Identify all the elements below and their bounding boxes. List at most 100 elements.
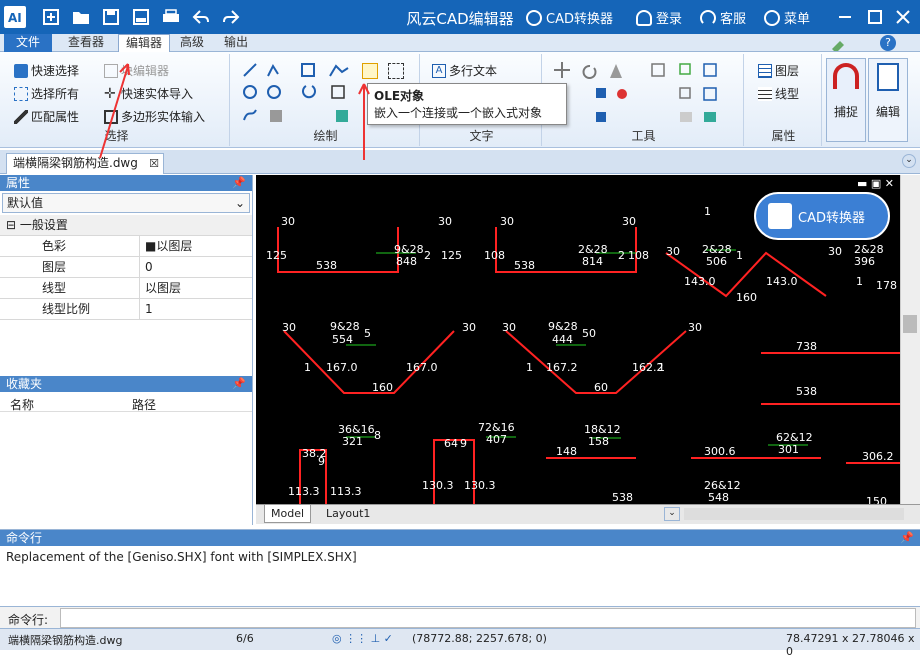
tab-layout1[interactable]: Layout1 — [320, 505, 376, 523]
tab-output[interactable]: 输出 — [216, 34, 256, 52]
horizontal-scrollbar[interactable] — [684, 508, 904, 520]
minimize-icon[interactable] — [834, 6, 856, 28]
tab-model[interactable]: Model — [264, 505, 312, 523]
filter-icon — [14, 63, 28, 78]
snap-button[interactable]: 捕捉 — [826, 58, 866, 142]
login-button[interactable]: 登录 — [636, 8, 682, 27]
dim-label: 30 — [438, 215, 452, 228]
prop-row-linetype[interactable]: 线型 以图层 — [0, 278, 252, 299]
status-bar: 端横隔梁钢筋构造.dwg 6/6 ◎ ⋮⋮ ⊥ ✓ (78772.88; 225… — [0, 628, 920, 658]
block-editor-button[interactable]: 块编辑器 — [104, 62, 169, 79]
status-size: 78.47291 x 27.78046 x 0 — [786, 632, 915, 658]
user-icon — [636, 9, 652, 26]
layer-button[interactable]: 图层 — [758, 62, 799, 79]
menu-button[interactable]: 菜单 — [764, 8, 810, 27]
vertical-scrollbar[interactable] — [900, 175, 920, 505]
properties-select[interactable]: 默认值 ⌄ — [2, 193, 250, 213]
dim-label: 2 — [618, 249, 625, 262]
dim-label: 1 — [304, 361, 311, 374]
dim-label: 9 — [318, 455, 325, 468]
mtext-button[interactable]: A 多行文本 — [432, 62, 497, 79]
properties-section[interactable]: ⊟ 一般设置 — [0, 215, 252, 236]
tool-icons[interactable] — [552, 60, 742, 130]
dim-label: 130.3 — [422, 479, 454, 492]
dim-label: 9&28 — [548, 320, 578, 333]
service-button[interactable]: 客服 — [700, 8, 746, 27]
dim-label: 1 — [658, 361, 665, 374]
ole-object-icon[interactable] — [362, 63, 378, 79]
tab-file[interactable]: 文件 — [4, 34, 52, 52]
dim-label: 158 — [588, 435, 609, 448]
dim-label: 548 — [708, 491, 729, 504]
region-icon[interactable] — [388, 63, 404, 79]
cad-converter-button[interactable]: CAD转换器 — [526, 8, 613, 27]
command-panel: 命令行 📌 Replacement of the [Geniso.SHX] fon… — [0, 529, 920, 607]
polygon-entity-input-button[interactable]: 多边形实体输入 — [104, 108, 205, 125]
dim-label: 167.0 — [406, 361, 438, 374]
dim-label: 125 — [266, 249, 287, 262]
maximize-icon[interactable] — [864, 6, 886, 28]
dim-label: 167.0 — [326, 361, 358, 374]
scroll-thumb[interactable] — [903, 315, 917, 333]
dim-label: 30 — [502, 321, 516, 334]
prop-row-layer[interactable]: 图层 0 — [0, 257, 252, 278]
quick-select-button[interactable]: 快速选择 — [14, 62, 79, 79]
dim-label: 167.2 — [546, 361, 578, 374]
select-all-button[interactable]: 选择所有 — [14, 85, 79, 102]
document-tabs: 端横隔梁钢筋构造.dwg ☒ ⌄ — [0, 150, 920, 174]
dim-label: 113.3 — [330, 485, 362, 498]
dim-label: 30 — [622, 215, 636, 228]
dim-label: 538 — [316, 259, 337, 272]
polygon-icon — [104, 109, 118, 124]
dim-label: 814 — [582, 255, 603, 268]
edit-button[interactable]: 编辑 — [868, 58, 908, 142]
dim-label: 2 — [424, 249, 431, 262]
dim-label: 301 — [778, 443, 799, 456]
tooltip-title: OLE对象 — [374, 89, 425, 103]
status-filename: 端横隔梁钢筋构造.dwg — [8, 634, 123, 647]
converter-icon — [526, 9, 542, 26]
dim-label: 8 — [374, 429, 381, 442]
prop-row-ltscale[interactable]: 线型比例 1 — [0, 299, 252, 320]
pin-icon[interactable]: 📌 — [232, 175, 246, 191]
dim-label: 60 — [594, 381, 608, 394]
close-tab-icon[interactable]: ☒ — [149, 154, 159, 173]
tab-viewer[interactable]: 查看器 — [60, 34, 112, 52]
menu-icon — [764, 9, 780, 26]
favorites-header: 收藏夹 📌 — [0, 376, 252, 392]
linetype-button[interactable]: 线型 — [758, 85, 799, 102]
headset-icon — [700, 9, 716, 26]
match-props-button[interactable]: 匹配属性 — [14, 108, 79, 125]
dim-label: 178 — [876, 279, 897, 292]
command-input[interactable] — [60, 608, 916, 628]
dim-label: 306.2 — [862, 450, 894, 463]
tab-dropdown-icon[interactable]: ⌄ — [902, 154, 916, 168]
dim-label: 30 — [828, 245, 842, 258]
dim-label: 30 — [462, 321, 476, 334]
pin-icon[interactable]: 📌 — [232, 376, 246, 392]
quick-entity-import-button[interactable]: ✛ 快速实体导入 — [104, 85, 193, 102]
tab-editor[interactable]: 编辑器 — [118, 34, 170, 53]
cad-converter-float-button[interactable]: CAD转换器 — [754, 192, 890, 240]
document-tab[interactable]: 端横隔梁钢筋构造.dwg ☒ — [6, 153, 164, 174]
help-icon[interactable]: ? — [880, 35, 896, 51]
layer-icon — [758, 63, 772, 78]
dim-label: 1 — [526, 361, 533, 374]
group-label-text: 文字 — [469, 129, 494, 143]
dim-label: 1 — [704, 205, 711, 218]
group-label-tools: 工具 — [631, 129, 656, 143]
status-coords: (78772.88; 2257.678; 0) — [412, 632, 547, 645]
canvas-window-controls[interactable]: ▬ ▣ ✕ — [857, 177, 894, 190]
prop-row-color[interactable]: 色彩 ■以图层 — [0, 236, 252, 257]
dim-label: 30 — [282, 321, 296, 334]
edit-doc-icon — [877, 63, 899, 91]
layout-dropdown-icon[interactable]: ⌄ — [664, 507, 680, 521]
dim-label: 1 — [856, 275, 863, 288]
close-icon[interactable] — [892, 6, 914, 28]
title-bar: AI 风云CAD编辑器 CAD转换器 登录 客服 菜单 — [0, 0, 920, 34]
pin-icon[interactable]: 📌 — [900, 530, 914, 546]
dim-label: 50 — [582, 327, 596, 340]
snap-status-icons[interactable]: ◎ ⋮⋮ ⊥ ✓ — [332, 632, 393, 645]
dim-label: 113.3 — [288, 485, 320, 498]
tab-advanced[interactable]: 高级 — [172, 34, 212, 52]
